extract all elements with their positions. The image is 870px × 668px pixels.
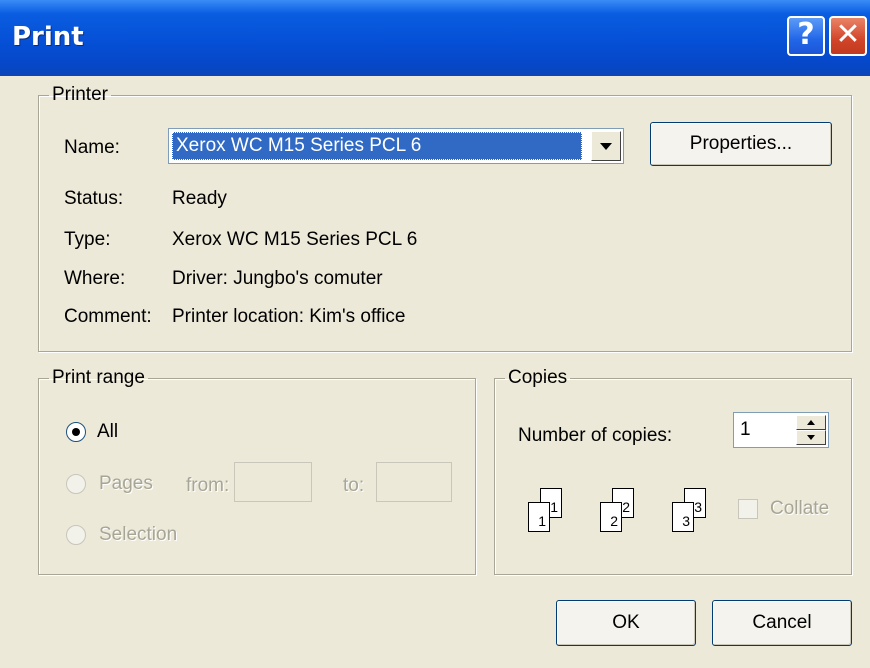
where-value: Driver: Jungbo's comuter: [172, 268, 383, 289]
chevron-down-icon[interactable]: [591, 131, 621, 161]
pages-radio[interactable]: [66, 474, 86, 494]
number-of-copies-label: Number of copies:: [518, 425, 673, 446]
window-title: Print: [12, 22, 84, 52]
spin-down-icon[interactable]: [796, 430, 826, 445]
selection-radio[interactable]: [66, 525, 86, 545]
collate-page: 1: [528, 502, 550, 532]
collate-checkbox[interactable]: [738, 499, 758, 519]
ok-button[interactable]: OK: [556, 600, 696, 646]
collate-page: 3: [672, 502, 694, 532]
type-value: Xerox WC M15 Series PCL 6: [172, 229, 418, 250]
help-icon[interactable]: ?: [787, 16, 825, 56]
from-label: from:: [186, 475, 230, 496]
print-range-label: Print range: [52, 367, 145, 388]
from-input[interactable]: [234, 462, 312, 502]
title-bar: Print ? ✕: [0, 0, 870, 76]
where-label: Where:: [64, 268, 126, 289]
selection-label[interactable]: Selection: [99, 524, 177, 546]
cancel-button[interactable]: Cancel: [712, 600, 852, 646]
properties-button[interactable]: Properties...: [650, 122, 832, 166]
collate-label[interactable]: Collate: [770, 498, 829, 520]
copies-stepper[interactable]: 1: [733, 412, 829, 448]
copies-label: Copies: [508, 367, 568, 388]
to-input[interactable]: [376, 462, 452, 502]
copies-group: Copies: [494, 367, 852, 575]
name-label: Name:: [64, 137, 120, 158]
to-label: to:: [343, 475, 365, 496]
copies-value: 1: [740, 419, 751, 440]
printer-group-label: Printer: [52, 84, 108, 105]
all-radio[interactable]: [66, 422, 86, 442]
printer-name-value: Xerox WC M15 Series PCL 6: [172, 132, 582, 160]
pages-label[interactable]: Pages: [99, 473, 153, 495]
printer-name-select[interactable]: Xerox WC M15 Series PCL 6: [168, 128, 624, 164]
collate-page: 2: [600, 502, 622, 532]
status-value: Ready: [172, 188, 227, 209]
type-label: Type:: [64, 229, 111, 250]
comment-value: Printer location: Kim's office: [172, 306, 406, 327]
status-label: Status:: [64, 188, 124, 209]
spin-up-icon[interactable]: [796, 415, 826, 430]
comment-label: Comment:: [64, 306, 152, 327]
close-icon[interactable]: ✕: [829, 16, 867, 56]
all-label[interactable]: All: [97, 421, 118, 443]
